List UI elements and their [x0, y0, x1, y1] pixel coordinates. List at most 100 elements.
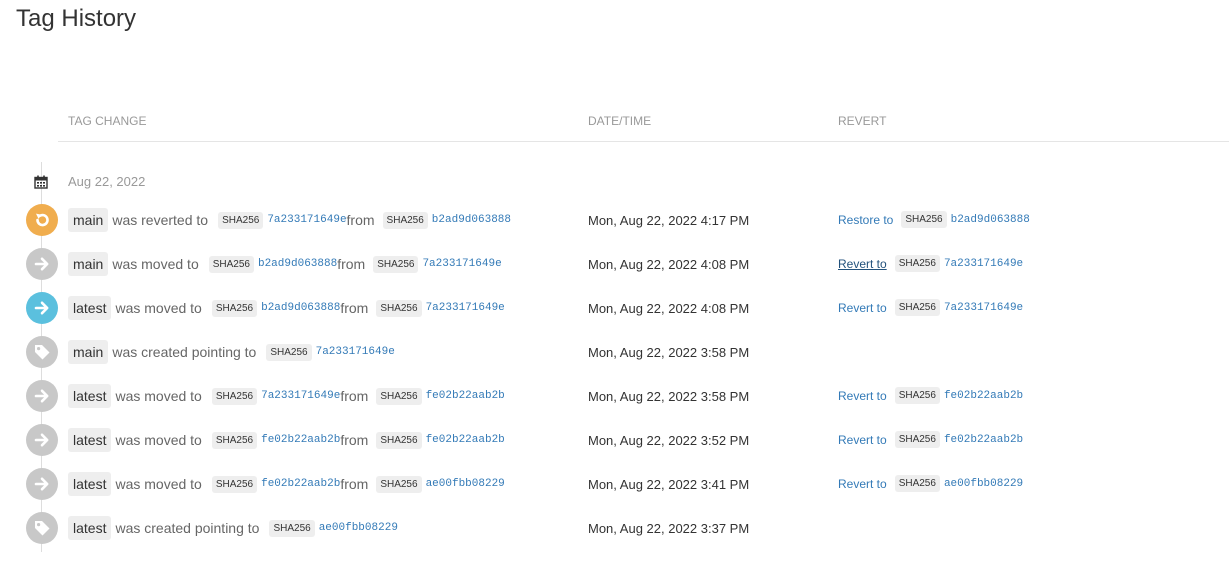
target-digest: SHA256 fe02b22aab2b: [211, 431, 340, 449]
tag-change-description: latest was moved to SHA256 fe02b22aab2b …: [68, 471, 505, 497]
hash-algorithm-badge: SHA256: [376, 387, 422, 405]
tag-name-badge: latest: [68, 516, 112, 540]
target-digest: SHA256 b2ad9d063888: [211, 299, 340, 317]
revert-link[interactable]: Revert to: [838, 477, 887, 491]
target-digest: SHA256 7a233171649e: [266, 343, 395, 361]
digest-hash[interactable]: 7a233171649e: [422, 258, 501, 270]
history-entry: latest was moved to SHA256 fe02b22aab2b …: [0, 464, 1229, 504]
history-entry: latest was created pointing to SHA256 ae…: [0, 508, 1229, 548]
entry-datetime: Mon, Aug 22, 2022 3:52 PM: [588, 433, 750, 448]
hash-algorithm-badge: SHA256: [376, 475, 422, 493]
revert-digest: SHA256 7a233171649e: [894, 299, 1023, 316]
revert-link[interactable]: Revert to: [838, 433, 887, 447]
hash-algorithm-badge: SHA256: [376, 431, 422, 449]
revert-action: Revert to SHA256 7a233171649e: [838, 255, 1023, 272]
hash-algorithm-badge: SHA256: [218, 211, 264, 229]
target-digest: SHA256 fe02b22aab2b: [211, 475, 340, 493]
tag-name-badge: main: [68, 208, 109, 232]
target-digest: SHA256 7a233171649e: [218, 211, 347, 229]
digest-hash[interactable]: 7a233171649e: [426, 302, 505, 314]
source-digest: SHA256 7a233171649e: [373, 255, 502, 273]
tag-change-description: latest was moved to SHA256 7a233171649e …: [68, 383, 505, 409]
source-digest: SHA256 fe02b22aab2b: [376, 387, 505, 405]
revert-action: Revert to SHA256 7a233171649e: [838, 299, 1023, 316]
source-digest: SHA256 7a233171649e: [376, 299, 505, 317]
revert-link[interactable]: Restore to: [838, 213, 893, 227]
digest-hash[interactable]: fe02b22aab2b: [426, 390, 505, 402]
digest-hash[interactable]: 7a233171649e: [316, 346, 395, 358]
hash-algorithm-badge: SHA256: [894, 299, 940, 316]
digest-hash[interactable]: 7a233171649e: [261, 390, 340, 402]
tag-change-description: latest was created pointing to SHA256 ae…: [68, 515, 398, 541]
hash-algorithm-badge: SHA256: [211, 299, 258, 317]
target-digest: SHA256 b2ad9d063888: [208, 255, 337, 273]
source-digest: SHA256 b2ad9d063888: [382, 211, 511, 229]
digest-hash[interactable]: fe02b22aab2b: [426, 434, 505, 446]
action-text: was created pointing to: [112, 344, 257, 360]
history-entry: latest was moved to SHA256 7a233171649e …: [0, 376, 1229, 416]
from-text: from: [346, 212, 375, 228]
entry-datetime: Mon, Aug 22, 2022 3:41 PM: [588, 477, 750, 492]
tag-name-badge: latest: [68, 472, 112, 496]
digest-hash[interactable]: ae00fbb08229: [319, 522, 398, 534]
revert-link[interactable]: Revert to: [838, 389, 887, 403]
from-text: from: [337, 256, 366, 272]
action-text: was moved to: [115, 476, 202, 492]
arrow-right-icon: [26, 424, 58, 456]
digest-hash[interactable]: 7a233171649e: [267, 214, 346, 226]
date-group-label: Aug 22, 2022: [68, 174, 146, 189]
tag-name-badge: main: [68, 340, 109, 364]
entry-datetime: Mon, Aug 22, 2022 4:08 PM: [588, 257, 750, 272]
hash-algorithm-badge: SHA256: [894, 431, 940, 448]
entry-datetime: Mon, Aug 22, 2022 3:37 PM: [588, 521, 750, 536]
digest-hash[interactable]: 7a233171649e: [944, 302, 1023, 314]
revert-digest: SHA256 b2ad9d063888: [901, 211, 1030, 228]
history-entry: latest was moved to SHA256 b2ad9d063888 …: [0, 288, 1229, 328]
column-header-datetime: DATE/TIME: [588, 114, 652, 128]
source-digest: SHA256 ae00fbb08229: [376, 475, 505, 493]
history-entry: latest was moved to SHA256 fe02b22aab2b …: [0, 420, 1229, 460]
date-group-header: Aug 22, 2022: [0, 171, 1229, 193]
tag-change-description: main was moved to SHA256 b2ad9d063888 fr…: [68, 251, 502, 277]
digest-hash[interactable]: fe02b22aab2b: [261, 434, 340, 446]
revert-action: Revert to SHA256 fe02b22aab2b: [838, 387, 1023, 404]
digest-hash[interactable]: b2ad9d063888: [951, 214, 1030, 226]
tag-icon: [26, 336, 58, 368]
tag-name-badge: latest: [68, 296, 112, 320]
digest-hash[interactable]: b2ad9d063888: [258, 258, 337, 270]
digest-hash[interactable]: b2ad9d063888: [432, 214, 511, 226]
table-header: TAG CHANGE DATE/TIME REVERT: [58, 112, 1229, 142]
tag-change-description: latest was moved to SHA256 b2ad9d063888 …: [68, 295, 505, 321]
column-header-tag-change: TAG CHANGE: [68, 114, 147, 128]
digest-hash[interactable]: 7a233171649e: [944, 258, 1023, 270]
revert-action: Restore to SHA256 b2ad9d063888: [838, 211, 1030, 228]
tag-name-badge: latest: [68, 384, 112, 408]
arrow-right-icon: [26, 380, 58, 412]
action-text: was reverted to: [112, 212, 209, 228]
from-text: from: [340, 476, 369, 492]
digest-hash[interactable]: ae00fbb08229: [944, 478, 1023, 490]
from-text: from: [340, 432, 369, 448]
tag-change-description: latest was moved to SHA256 fe02b22aab2b …: [68, 427, 505, 453]
revert-link[interactable]: Revert to: [838, 257, 887, 271]
hash-algorithm-badge: SHA256: [266, 343, 312, 361]
hash-algorithm-badge: SHA256: [376, 299, 422, 317]
entry-datetime: Mon, Aug 22, 2022 4:17 PM: [588, 213, 750, 228]
column-header-revert: REVERT: [838, 114, 887, 128]
digest-hash[interactable]: ae00fbb08229: [426, 478, 505, 490]
tag-change-description: main was created pointing to SHA256 7a23…: [68, 339, 395, 365]
tag-icon: [26, 512, 58, 544]
entry-datetime: Mon, Aug 22, 2022 4:08 PM: [588, 301, 750, 316]
digest-hash[interactable]: fe02b22aab2b: [944, 434, 1023, 446]
arrow-right-icon: [26, 468, 58, 500]
hash-algorithm-badge: SHA256: [894, 387, 940, 404]
digest-hash[interactable]: fe02b22aab2b: [944, 390, 1023, 402]
from-text: from: [340, 300, 369, 316]
action-text: was moved to: [112, 256, 199, 272]
revert-link[interactable]: Revert to: [838, 301, 887, 315]
digest-hash[interactable]: fe02b22aab2b: [261, 478, 340, 490]
hash-algorithm-badge: SHA256: [382, 211, 428, 229]
tag-name-badge: main: [68, 252, 109, 276]
digest-hash[interactable]: b2ad9d063888: [261, 302, 340, 314]
calendar-icon: [34, 175, 48, 189]
